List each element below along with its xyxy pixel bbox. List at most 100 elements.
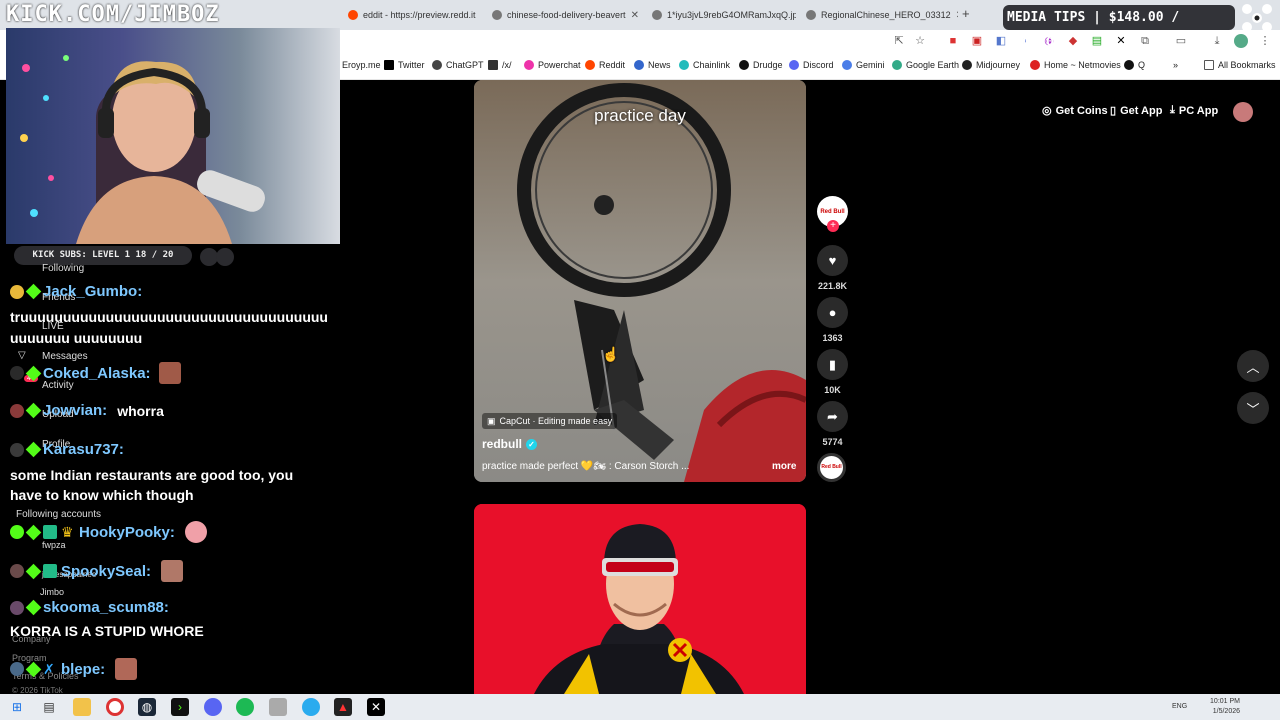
sound-disc-button[interactable]: Red Bull (817, 453, 848, 482)
sidebar-item-messages[interactable]: Messages (42, 351, 88, 362)
close-icon[interactable]: ✕ (956, 10, 958, 21)
bookmark-item[interactable]: Google Earth (892, 60, 959, 70)
download-icon[interactable]: ⤓ (1210, 34, 1224, 48)
browser-tab[interactable]: chinese-food-delivery-beavert ✕ (486, 4, 642, 26)
chat-username[interactable]: blepe: (61, 661, 105, 678)
kick-badge-icon (25, 599, 42, 616)
account-name[interactable]: Jimbo (40, 587, 64, 597)
pc-app-button[interactable]: ⤓ PC App (1170, 104, 1218, 117)
app-icon[interactable]: ▲ (334, 698, 352, 716)
video-author[interactable]: redbull ✓ (482, 437, 538, 451)
chat-username[interactable]: Jack_Gumbo: (43, 283, 142, 300)
get-app-button[interactable]: ▯ Get App (1110, 104, 1163, 118)
comment-action[interactable]: ● 1363 (817, 297, 848, 343)
sidepanel-icon[interactable]: ▭ (1174, 34, 1188, 48)
steam-icon[interactable]: ◍ (138, 698, 156, 716)
heart-icon[interactable]: ♥ (817, 245, 848, 276)
windows-start-icon[interactable]: ⊞ (8, 698, 26, 716)
bookmark-item[interactable]: Home ~ Netmovies (1030, 60, 1121, 70)
bookmark-icon[interactable]: ▮ (817, 349, 848, 380)
get-app-label: Get App (1120, 104, 1163, 117)
capcut-label: CapCut · Editing made easy (499, 416, 613, 426)
get-coins-button[interactable]: ◎ Get Coins (1042, 104, 1108, 118)
more-button[interactable]: more (772, 461, 796, 472)
mod-badge-icon (10, 525, 24, 539)
clock-time: 10:01 PM (1210, 698, 1240, 705)
follow-plus-icon[interactable]: + (827, 220, 839, 232)
extension-icon[interactable]: ◆ (1066, 34, 1080, 48)
bookmark-item[interactable]: Reddit (585, 60, 625, 70)
og-badge-icon (43, 525, 57, 539)
sub-badge-icon (10, 442, 24, 457)
bookmark-item[interactable]: Discord (789, 60, 834, 70)
chat-username[interactable]: skooma_scum88: (43, 599, 169, 616)
obs-icon[interactable] (204, 698, 222, 716)
extension-icon[interactable]: ■ (946, 34, 960, 48)
language-indicator[interactable]: ENG (1172, 702, 1187, 712)
midjourney-icon (962, 60, 972, 70)
chat-line: skooma_scum88: (10, 599, 169, 616)
creator-avatar-button[interactable]: Red Bull + (817, 196, 848, 232)
chat-username[interactable]: Coked_Alaska: (43, 365, 151, 382)
bookmarks-overflow-button[interactable]: » (1173, 60, 1178, 70)
share-icon[interactable]: ➦ (817, 401, 848, 432)
profile-icon[interactable] (1234, 34, 1248, 48)
bookmark-item[interactable]: Drudge (739, 60, 783, 70)
share-action[interactable]: ➦ 5774 (817, 401, 848, 447)
install-icon[interactable]: ⇱ (892, 34, 906, 48)
save-action[interactable]: ▮ 10K (817, 349, 848, 395)
bookmark-label: Home ~ Netmovies (1044, 60, 1121, 70)
comment-icon[interactable]: ● (817, 297, 848, 328)
extension-icon[interactable]: ▤ (1090, 34, 1104, 48)
chat-message: truuuuuuuuuuuuuuuuuuuuuuuuuuuuuuuuuuuuuu… (10, 309, 328, 346)
pc-app-label: PC App (1178, 104, 1219, 117)
like-action[interactable]: ♥ 221.8K (817, 245, 848, 291)
menu-icon[interactable]: ⋮ (1258, 34, 1272, 48)
sidebar-item-following[interactable]: Following (42, 263, 84, 274)
bookmark-item[interactable]: Powerchat (524, 60, 581, 70)
next-video-button[interactable]: ﹀ (1237, 392, 1269, 424)
new-tab-button[interactable]: + (962, 6, 970, 21)
chat-username[interactable]: Karasu737: (43, 441, 124, 458)
bookmark-item[interactable]: Chainlink (679, 60, 730, 70)
x-icon[interactable]: ✕ (1114, 34, 1128, 48)
chat-username[interactable]: Jowvian: (43, 402, 107, 419)
browser-tab[interactable]: eddit - https://preview.redd.it (342, 4, 482, 26)
chat-line: ✗ blepe: (10, 658, 138, 680)
file-explorer-icon[interactable] (73, 698, 91, 716)
app-icon[interactable] (269, 698, 287, 716)
bookmark-item[interactable]: Midjourney (962, 60, 1020, 70)
clock-date: 1/5/2026 (1212, 708, 1240, 715)
bookmark-item[interactable]: Gemini (842, 60, 885, 70)
celtic-knot-icon (1242, 4, 1272, 32)
bookmark-item[interactable]: ChatGPT (432, 60, 484, 70)
user-avatar[interactable] (1233, 102, 1253, 122)
save-count: 10K (824, 385, 841, 395)
chat-username[interactable]: SpookySeal: (61, 563, 151, 580)
chrome-icon[interactable] (106, 698, 124, 716)
clock[interactable]: 10:01 PM 1/5/2026 (1200, 697, 1240, 717)
previous-video-button[interactable]: ︿ (1237, 350, 1269, 382)
crown-icon: ♛ (61, 524, 74, 540)
telegram-icon[interactable] (302, 698, 320, 716)
star-icon[interactable]: ☆ (913, 34, 927, 48)
browser-tab[interactable]: 1*iyu3jvL9rebG4OMRamJxqQ.jp✕ (646, 4, 796, 26)
spotify-icon[interactable] (236, 698, 254, 716)
task-view-icon[interactable]: ▤ (40, 698, 58, 716)
chat-username[interactable]: HookyPooky: (79, 524, 175, 541)
capcut-tag[interactable]: ▣ CapCut · Editing made easy (482, 413, 618, 429)
browser-tab[interactable]: RegionalChinese_HERO_03312 ✕ (800, 4, 958, 26)
extension-icon[interactable]: ▣ (970, 34, 984, 48)
puzzle-icon[interactable]: ⧉ (1138, 34, 1152, 48)
bookmark-item[interactable]: Q (1124, 60, 1145, 70)
bookmark-item[interactable]: News (634, 60, 671, 70)
next-video-preview[interactable] (474, 504, 806, 694)
all-bookmarks-button[interactable]: All Bookmarks (1204, 60, 1276, 70)
terminal-icon[interactable]: › (171, 698, 189, 716)
x-icon[interactable]: ✕ (367, 698, 385, 716)
bookmark-item[interactable]: Eroyp.me (342, 60, 381, 70)
close-icon[interactable]: ✕ (631, 10, 639, 21)
bookmark-item[interactable]: Twitter (384, 60, 425, 70)
bookmark-item[interactable]: /x/ (488, 60, 512, 70)
extension-icon[interactable]: ◧ (994, 34, 1008, 48)
